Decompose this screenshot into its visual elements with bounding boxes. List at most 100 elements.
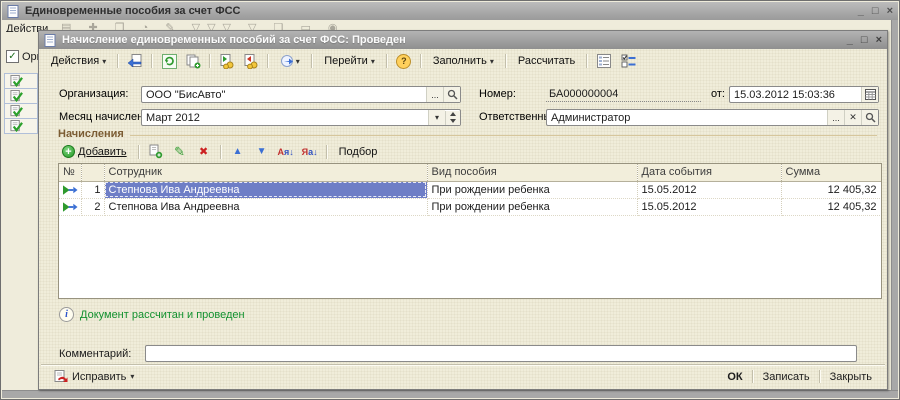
comment-input[interactable]: [145, 345, 858, 362]
col-header-num[interactable]: №: [59, 164, 82, 182]
help-button[interactable]: ?: [393, 51, 415, 71]
table-row[interactable]: 1 Степнова Ива Андреевна При рождении ре…: [59, 181, 881, 199]
cell-sum[interactable]: 12 405,32: [781, 181, 881, 199]
send-button[interactable]: ▾: [274, 51, 306, 71]
move-down-button[interactable]: ▼: [251, 142, 273, 162]
ellipsis-button[interactable]: ...: [426, 87, 443, 102]
settings-flags-button[interactable]: [617, 51, 639, 71]
fix-button[interactable]: Исправить ▾: [47, 367, 141, 386]
organization-field[interactable]: ООО "БисАвто" ...: [141, 86, 461, 103]
main-window-titlebar[interactable]: Единовременные пособия за счет ФСС _ □ ×: [2, 2, 898, 20]
cell-employee[interactable]: Степнова Ива Андреевна: [104, 198, 428, 216]
close-button[interactable]: Закрыть: [823, 368, 879, 386]
toolbar-separator: [117, 54, 120, 68]
status-text: Документ рассчитан и проведен: [80, 308, 245, 321]
month-spinner[interactable]: [445, 110, 460, 125]
dialog-maximize-icon[interactable]: □: [861, 34, 868, 46]
save-button[interactable]: Записать: [756, 368, 817, 386]
calendar-button[interactable]: [861, 87, 878, 102]
toolbar-separator: [586, 54, 589, 68]
fill-button[interactable]: Заполнить ▾: [427, 52, 500, 70]
responsible-field[interactable]: Администратор ... ✕: [546, 109, 879, 126]
row-number[interactable]: 2: [81, 198, 105, 216]
accrual-month-value: Март 2012: [146, 111, 200, 124]
toolbar-separator: [311, 54, 314, 68]
dialog-titlebar[interactable]: Начисление единовременных пособий за сче…: [39, 31, 887, 49]
button-separator: [818, 370, 821, 383]
open-button[interactable]: [861, 110, 878, 125]
document-structure-button[interactable]: [593, 51, 615, 71]
document-icon: [7, 4, 19, 18]
reread-button[interactable]: [158, 51, 180, 71]
row-number[interactable]: 1: [81, 181, 105, 199]
close-icon[interactable]: ×: [887, 5, 893, 17]
checkbox-settings-icon: [621, 54, 636, 68]
arrow-up-icon: ▲: [232, 146, 243, 157]
magnifier-icon: [447, 89, 458, 100]
table-header-row[interactable]: № Сотрудник Вид пособия Дата события Сум…: [59, 164, 881, 182]
fix-document-icon: [54, 370, 68, 382]
cell-date[interactable]: 15.05.2012: [637, 181, 782, 199]
add-row-button[interactable]: + Добавить: [56, 142, 133, 161]
calendar-icon: [864, 89, 876, 100]
list-item[interactable]: [4, 89, 38, 104]
number-field[interactable]: БА000000004: [546, 86, 701, 102]
col-header-sum[interactable]: Сумма: [781, 164, 881, 182]
document-icon: [44, 33, 56, 47]
cell-date[interactable]: 15.05.2012: [637, 198, 782, 216]
document-dialog: Начисление единовременных пособий за сче…: [38, 30, 888, 390]
pick-button[interactable]: Подбор: [333, 143, 384, 161]
date-field[interactable]: 15.03.2012 15:03:36: [729, 86, 879, 103]
list-item[interactable]: [4, 104, 38, 119]
actions-button[interactable]: Действия ▾: [45, 52, 112, 70]
col-header-employee[interactable]: Сотрудник: [104, 164, 428, 182]
toolbar-separator: [267, 54, 270, 68]
spinner-down-icon[interactable]: [446, 117, 460, 125]
organization-value: ООО "БисАвто": [146, 88, 226, 101]
copy-row-button[interactable]: [145, 142, 167, 162]
move-up-button[interactable]: ▲: [227, 142, 249, 162]
clear-button[interactable]: ✕: [844, 110, 861, 125]
arrow-down-icon: ▼: [256, 146, 267, 157]
dialog-minimize-icon[interactable]: _: [847, 34, 853, 46]
list-item[interactable]: [4, 119, 38, 134]
col-header-benefit[interactable]: Вид пособия: [427, 164, 638, 182]
postings-on-button[interactable]: [216, 51, 238, 71]
table-row[interactable]: 2 Степнова Ива Андреевна При рождении ре…: [59, 198, 881, 216]
post-document-button[interactable]: [124, 51, 146, 71]
background-document-list[interactable]: [4, 73, 38, 385]
ok-button[interactable]: ОК: [720, 368, 749, 386]
row-marker-cell: [59, 181, 82, 199]
sort-desc-button[interactable]: Яа↓: [299, 142, 321, 162]
accruals-table[interactable]: № Сотрудник Вид пособия Дата события Сум…: [58, 163, 882, 299]
col-header-date[interactable]: Дата события: [637, 164, 782, 182]
col-header-blank[interactable]: [81, 164, 105, 182]
cell-benefit[interactable]: При рождении ребенка: [427, 198, 638, 216]
postings-off-button[interactable]: [240, 51, 262, 71]
calculate-button[interactable]: Рассчитать: [512, 52, 581, 70]
main-window-title: Единовременные пособия за счет ФСС: [25, 5, 241, 17]
accrual-month-field[interactable]: Март 2012 ▾: [141, 109, 461, 126]
delete-row-button[interactable]: ✖: [193, 142, 215, 162]
list-item[interactable]: [4, 73, 38, 89]
organization-filter-checkbox[interactable]: ✓ Орга: [6, 50, 38, 63]
dialog-close-icon[interactable]: ×: [876, 34, 882, 46]
cell-employee-selected[interactable]: Степнова Ива Андреевна: [104, 181, 428, 199]
minimize-icon[interactable]: _: [858, 5, 864, 17]
edit-row-button[interactable]: ✎: [169, 142, 191, 162]
dropdown-button[interactable]: ▾: [428, 110, 445, 125]
goto-button[interactable]: Перейти ▾: [318, 52, 381, 70]
section-divider: [129, 134, 877, 136]
ellipsis-button[interactable]: ...: [827, 110, 844, 125]
open-button[interactable]: [443, 87, 460, 102]
cell-sum[interactable]: 12 405,32: [781, 198, 881, 216]
sort-asc-button[interactable]: Ая↓: [275, 142, 297, 162]
chevron-down-icon: ▾: [370, 56, 375, 66]
organization-filter-label: Орга: [22, 50, 38, 63]
info-icon: i: [59, 307, 74, 322]
chevron-down-icon: ▾: [434, 113, 439, 122]
cell-benefit[interactable]: При рождении ребенка: [427, 181, 638, 199]
maximize-icon[interactable]: □: [872, 5, 879, 17]
copy-document-button[interactable]: [182, 51, 204, 71]
spinner-up-icon[interactable]: [446, 110, 460, 118]
